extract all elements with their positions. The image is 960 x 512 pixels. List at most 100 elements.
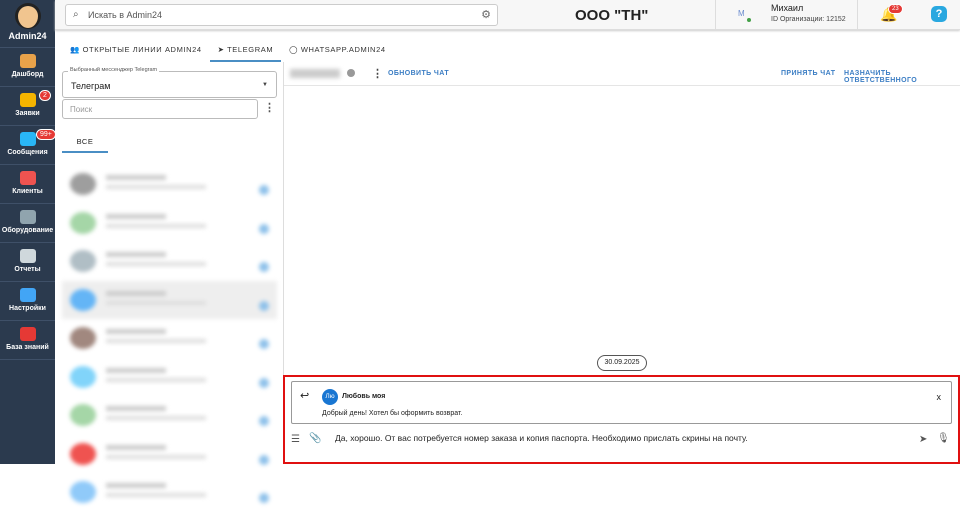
user-name: Михаил	[771, 3, 804, 13]
chat-avatar	[70, 288, 96, 311]
chat-title	[106, 175, 166, 180]
sidebar-item-label: Дашборд	[11, 71, 44, 78]
unread-count	[259, 339, 269, 349]
sidebar: Admin24 Дашборд Заявки 2 Сообщения 99+ Клиент…	[0, 0, 56, 464]
sidebar-item[interactable]: Сообщения 99+	[0, 126, 56, 165]
chat-list-item[interactable]	[62, 396, 277, 435]
unread-count	[259, 377, 269, 388]
top-bar: ⌕ Искать в Admin24 ⚙ ООО "ТН" M Михаил ID Ор…	[55, 0, 960, 30]
chat-snippet	[106, 223, 206, 228]
chat-title	[106, 444, 166, 450]
tab-whatsapp[interactable]: ◯ WHATSAPP.ADMIN24	[281, 38, 393, 62]
chat-avatar	[70, 481, 96, 503]
unread-count	[259, 300, 269, 311]
notifications-bell-icon[interactable]: 🔔 23	[880, 4, 903, 23]
sidebar-item[interactable]: Отчеты	[0, 243, 55, 282]
chat-list-item[interactable]	[62, 435, 277, 474]
chat-avatar	[70, 327, 96, 349]
chat-snippet	[106, 377, 206, 382]
templates-icon[interactable]: ☰	[291, 434, 300, 445]
message-input[interactable]: Да, хорошо. От вас потребуется номер зак…	[335, 433, 748, 443]
sidebar-item[interactable]: Заявки 2	[0, 87, 55, 126]
chat-list-item[interactable]	[62, 204, 277, 243]
refresh-chat-button[interactable]: ОБНОВИТЬ ЧАТ	[388, 70, 449, 77]
tab-label: ОТКРЫТЫЕ ЛИНИИ ADMIN24	[82, 45, 202, 54]
message-composer: ↩ Лю Любовь моя Добрый день! Хотел бы оф…	[283, 375, 960, 464]
brand-name: Admin24	[8, 31, 47, 41]
global-search-input[interactable]: ⌕ Искать в Admin24 ⚙	[65, 4, 498, 26]
chat-list	[62, 165, 277, 512]
chat-list-item[interactable]	[62, 165, 277, 204]
tab-telegram[interactable]: ➤ TELEGRAM	[209, 38, 282, 62]
help-icon[interactable]: ?	[931, 6, 947, 22]
org-id: ID Организации: 12152	[771, 16, 846, 23]
sidebar-item-label: Настройки	[9, 305, 46, 312]
sidebar-badge: 99+	[36, 129, 56, 140]
tab-label: WHATSAPP.ADMIN24	[300, 45, 386, 54]
user-menu[interactable]: M Михаил ID Организации: 12152	[715, 0, 858, 30]
chat-avatar	[70, 442, 96, 465]
sidebar-item[interactable]: Дашборд	[0, 48, 55, 87]
reply-author: Любовь моя	[342, 393, 386, 400]
search-settings-gear-icon[interactable]: ⚙	[481, 8, 491, 21]
channel-tabs: 👥 ОТКРЫТЫЕ ЛИНИИ ADMIN24 ➤ TELEGRAM ◯ WH…	[62, 38, 394, 62]
reply-text: Добрый день! Хотел бы оформить возврат.	[322, 410, 463, 417]
sidebar-item-label: Оборудование	[1, 227, 54, 234]
reply-preview: ↩ Лю Любовь моя Добрый день! Хотел бы оф…	[291, 381, 952, 424]
chat-title	[106, 367, 166, 373]
chat-list-item[interactable]	[62, 242, 277, 281]
assign-responsible-button[interactable]: НАЗНАЧИТЬ ОТВЕТСТВЕННОГО	[844, 70, 960, 84]
more-options-icon[interactable]: ⋮	[264, 101, 275, 114]
chat-title	[106, 406, 166, 411]
chat-avatar	[70, 365, 96, 388]
chat-avatar	[70, 250, 96, 272]
chat-snippet	[106, 300, 206, 305]
chat-title	[106, 329, 166, 334]
tab-open-lines[interactable]: 👥 ОТКРЫТЫЕ ЛИНИИ ADMIN24	[62, 38, 210, 62]
gear-icon	[19, 288, 36, 302]
user-avatar: M	[738, 9, 745, 18]
select-label: Выбранный мессенджер Telegram	[68, 67, 160, 73]
company-name: ООО "ТН"	[575, 7, 649, 24]
chat-list-item[interactable]	[62, 358, 277, 397]
online-status-icon	[747, 18, 751, 22]
brand-logo[interactable]: Admin24	[0, 3, 55, 48]
unread-count	[259, 262, 269, 272]
chat-avatar	[70, 173, 96, 195]
messenger-select[interactable]: Выбранный мессенджер Telegram Телеграм ▼	[62, 67, 277, 98]
chat-title	[106, 213, 166, 219]
date-separator: 30.09.2025	[597, 355, 647, 371]
sidebar-item[interactable]: Клиенты	[0, 165, 55, 204]
sidebar-item-label: Клиенты	[12, 188, 43, 195]
close-reply-button[interactable]: x	[937, 392, 942, 402]
telegram-icon: ➤	[217, 45, 228, 54]
sidebar-item-label: База знаний	[6, 344, 49, 351]
chat-menu-icon[interactable]: ⋮	[372, 67, 383, 80]
dashboard-icon	[19, 54, 36, 68]
attach-paperclip-icon[interactable]: 📎	[309, 433, 321, 444]
send-icon[interactable]: ➤	[919, 434, 927, 445]
sidebar-item[interactable]: Настройки	[0, 282, 55, 321]
chat-list-item[interactable]	[62, 473, 277, 512]
chat-list-item[interactable]	[62, 319, 277, 358]
filter-tab-all[interactable]: ВСЕ	[62, 129, 108, 153]
sidebar-item-label: Заявки	[15, 110, 40, 117]
sidebar-item[interactable]: Оборудование	[0, 204, 55, 243]
chat-snippet	[106, 493, 206, 497]
unread-count	[259, 223, 269, 234]
accept-chat-button[interactable]: ПРИНЯТЬ ЧАТ	[781, 70, 835, 77]
reply-arrow-icon: ↩	[300, 390, 310, 402]
chat-header: ⋮ ОБНОВИТЬ ЧАТ ПРИНЯТЬ ЧАТ НАЗНАЧИТЬ ОТВ…	[284, 62, 960, 86]
chat-title	[106, 483, 166, 488]
clients-icon	[19, 171, 36, 185]
chat-search-input[interactable]: Поиск	[62, 99, 258, 119]
chat-snippet	[106, 339, 206, 343]
search-icon: ⌕	[73, 9, 79, 20]
sidebar-item[interactable]: База знаний	[0, 321, 55, 360]
chevron-down-icon: ▼	[262, 82, 268, 88]
chat-title	[106, 252, 166, 257]
microphone-icon[interactable]: 🎙	[937, 433, 950, 444]
sidebar-badge: 2	[39, 90, 51, 101]
people-icon: 👥	[70, 45, 83, 54]
chat-list-item[interactable]	[62, 280, 277, 319]
